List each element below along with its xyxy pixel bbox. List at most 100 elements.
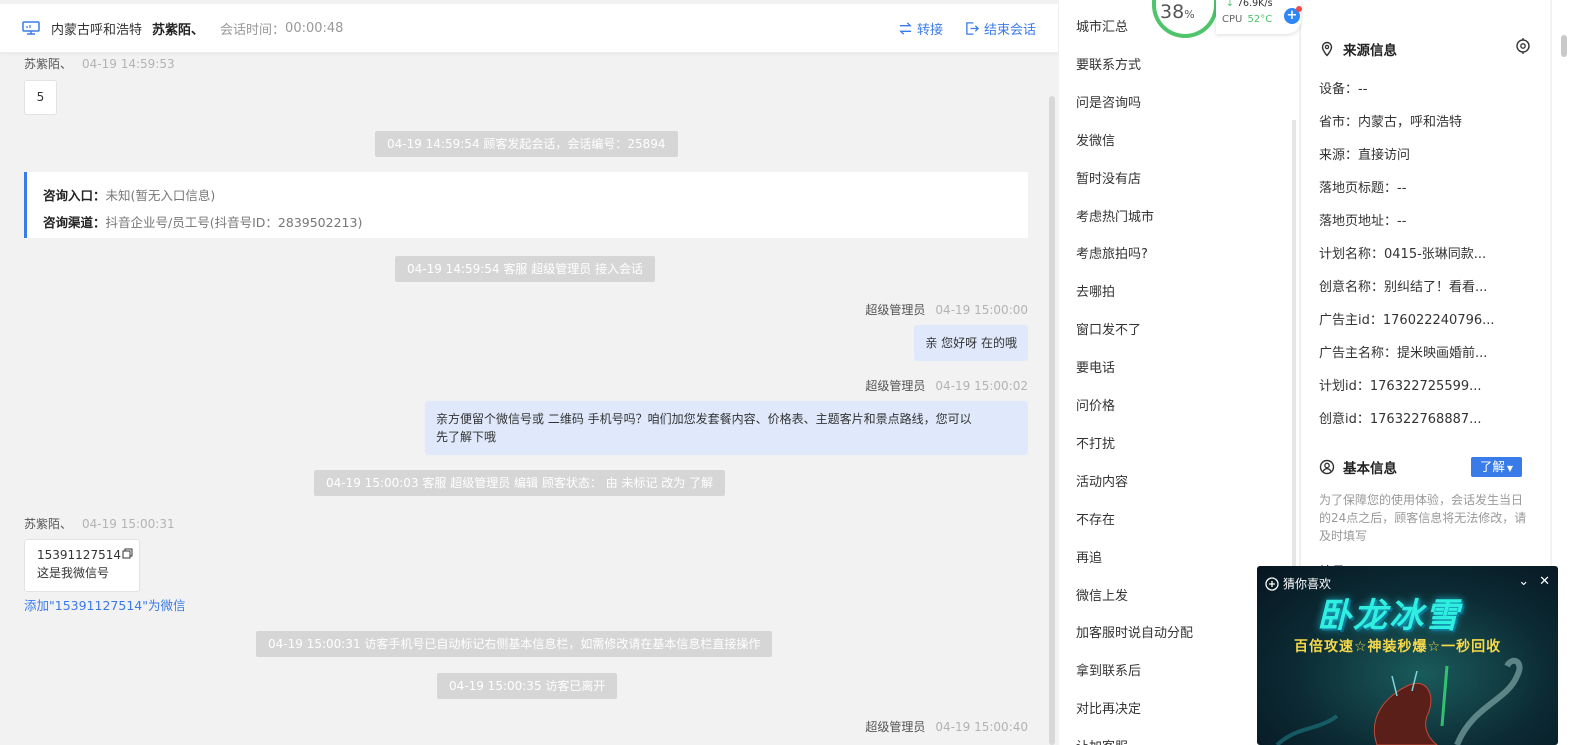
quick-reply-item[interactable]: 不打扰 (1076, 433, 1115, 452)
source-field-value: 176022240796... (1382, 313, 1495, 328)
quick-reply-item[interactable]: 让加客服 (1076, 736, 1128, 745)
quick-reply-item[interactable]: 加客服时说自动分配 (1076, 622, 1193, 641)
quick-reply-item[interactable]: 城市汇总 (1076, 16, 1128, 35)
message-time: 04-19 15:00:40 (935, 720, 1028, 734)
entry-label: 咨询入口： (43, 188, 106, 203)
end-session-button[interactable]: 结束会话 (965, 19, 1036, 38)
customer-status-label: 了解 (1479, 459, 1505, 474)
source-field-value: 176322725599... (1369, 379, 1482, 394)
basic-info-header: 基本信息 (1319, 457, 1397, 477)
source-field: 省市：内蒙古，呼和浩特 (1319, 111, 1462, 130)
agent-message-bubble: 亲方便留个微信号或 二维码 手机号吗？咱们加您发套餐内容、价格表、主题客片和景点… (425, 401, 1028, 455)
quick-reply-item[interactable]: 对比再决定 (1076, 698, 1141, 717)
quick-reply-item[interactable]: 去哪拍 (1076, 281, 1115, 300)
system-monitor-widget[interactable]: 38% ↓ 76.9K/s CPU 52°C + (1152, 0, 1302, 38)
notification-dot (1296, 6, 1302, 12)
header-actions: 转接 结束会话 (898, 19, 1036, 38)
message-text: 这是我微信号 (37, 566, 110, 580)
quick-reply-item[interactable]: 再追 (1076, 547, 1102, 566)
cpu-temp: CPU 52°C (1222, 14, 1273, 25)
transfer-icon (899, 22, 912, 35)
download-arrow-icon: ↓ (1226, 0, 1234, 9)
message-meta: 苏紫陌、 04-19 14:59:53 (24, 55, 175, 72)
message-line: 先了解下哦 (436, 430, 497, 444)
location-pin-icon (1321, 41, 1333, 57)
session-time-label: 会话时间： (220, 22, 286, 38)
cpu-box: ↓ 76.9K/s CPU 52°C + (1216, 0, 1302, 34)
source-field-label: 设备： (1319, 82, 1359, 97)
channel-value: 抖音企业号/员工号(抖音号ID：2839502213) (105, 215, 363, 230)
exit-icon (966, 22, 980, 35)
chat-header: 内蒙古呼和浩特 苏紫陌、 会话时间： 00:00:48 转接 结束会话 (0, 4, 1058, 53)
channel-label: 咨询渠道： (43, 215, 106, 230)
quick-reply-item[interactable]: 问价格 (1076, 395, 1115, 414)
copy-icon[interactable] (122, 546, 133, 564)
source-field-value: 0415-张琳同款... (1384, 247, 1487, 262)
quick-reply-item[interactable]: 拿到联系后 (1076, 660, 1141, 679)
visitor-message-bubble: 5 (24, 80, 57, 115)
ad-subtitle: 百倍攻速☆神装秒爆☆一秒回收 (1294, 639, 1502, 655)
chat-panel: 内蒙古呼和浩特 苏紫陌、 会话时间： 00:00:48 转接 结束会话 苏紫陌、… (0, 0, 1058, 745)
quick-reply-item[interactable]: 窗口发不了 (1076, 319, 1141, 338)
chat-scrollbar[interactable] (1049, 96, 1055, 745)
message-meta: 超级管理员 04-19 15:00:02 (865, 377, 1028, 394)
source-field: 落地页标题：-- (1319, 177, 1406, 196)
system-message: 04-19 14:59:54 顾客发起会话，会话编号：25894 (375, 131, 678, 157)
quick-reply-item[interactable]: 考虑热门城市 (1076, 206, 1154, 225)
source-field: 落地页地址：-- (1319, 210, 1406, 229)
source-field-value: -- (1397, 181, 1407, 196)
sender-name: 苏紫陌、 (24, 517, 73, 531)
quick-reply-item[interactable]: 发微信 (1076, 130, 1115, 149)
quick-reply-item[interactable]: 要联系方式 (1076, 54, 1141, 73)
phone-number: 15391127514 (37, 548, 121, 562)
quick-reply-item[interactable]: 微信上发 (1076, 585, 1128, 604)
edit-notice: 为了保障您的使用体验，会话发生当日的24点之后，顾客信息将无法修改，请及时填写 (1319, 493, 1527, 543)
quick-reply-item[interactable]: 暂时没有店 (1076, 168, 1141, 187)
close-icon[interactable]: ✕ (1539, 574, 1550, 589)
source-field: 设备：-- (1319, 78, 1367, 97)
source-field: 广告主id：176022240796... (1319, 309, 1495, 328)
source-field-value: 直接访问 (1358, 148, 1411, 163)
quick-reply-item[interactable]: 考虑旅拍吗? (1076, 243, 1148, 262)
monitor-icon (22, 21, 40, 35)
source-field-label: 落地页地址： (1319, 214, 1398, 229)
source-field-value: 176322768887... (1369, 412, 1482, 427)
transfer-button[interactable]: 转接 (898, 19, 943, 38)
source-field-value: 别纠结了！看看... (1384, 280, 1488, 295)
source-field: 创意名称：别纠结了！看看... (1319, 276, 1487, 295)
ad-artwork (1275, 657, 1523, 745)
quick-reply-item[interactable]: 问是咨询吗 (1076, 92, 1141, 111)
visitor-location: 内蒙古呼和浩特 (51, 22, 143, 38)
message-time: 04-19 14:59:53 (82, 57, 175, 71)
message-time: 04-19 15:00:31 (82, 517, 175, 531)
source-field-label: 落地页标题： (1319, 181, 1398, 196)
agent-message-bubble: 亲 您好呀 在的哦 (914, 325, 1028, 361)
caret-down-icon: ▼ (1506, 464, 1514, 473)
session-time: 00:00:48 (285, 20, 344, 36)
source-field-label: 计划id： (1319, 379, 1370, 394)
source-field-label: 广告主名称： (1319, 346, 1398, 361)
system-message: 04-19 15:00:03 客服 超级管理员 编辑 顾客状态： 由 未标记 改… (314, 470, 726, 496)
sender-name: 超级管理员 (865, 720, 926, 734)
ad-title: 卧龙冰雪 (1317, 596, 1461, 636)
info-scrollbar-thumb[interactable] (1561, 35, 1567, 57)
chevron-down-icon[interactable]: ⌄ (1518, 574, 1529, 589)
end-session-label: 结束会话 (983, 23, 1036, 38)
source-field-label: 创意名称： (1319, 280, 1385, 295)
entry-value: 未知(暂无入口信息) (105, 188, 216, 203)
ad-popup[interactable]: 猜你喜欢 ⌄ ✕ 卧龙冰雪 百倍攻速☆神装秒爆☆一秒回收 (1257, 566, 1558, 745)
locate-icon[interactable] (1514, 37, 1532, 59)
message-meta: 苏紫陌、 04-19 15:00:31 (24, 515, 175, 532)
customer-status-dropdown[interactable]: 了解 ▼ (1471, 457, 1522, 477)
app-root: 内蒙古呼和浩特 苏紫陌、 会话时间： 00:00:48 转接 结束会话 苏紫陌、… (0, 0, 1574, 745)
consult-info-card: 咨询入口：未知(暂无入口信息) 咨询渠道：抖音企业号/员工号(抖音号ID：283… (24, 172, 1028, 238)
source-field-value: -- (1358, 82, 1368, 97)
quick-reply-item[interactable]: 不存在 (1076, 509, 1115, 528)
source-info-title: 来源信息 (1343, 43, 1397, 59)
message-time: 04-19 15:00:00 (935, 303, 1028, 317)
source-field: 计划id：176322725599... (1319, 375, 1482, 394)
message-meta: 超级管理员 04-19 15:00:00 (865, 301, 1028, 318)
quick-reply-item[interactable]: 要电话 (1076, 357, 1115, 376)
add-wechat-link[interactable]: 添加"15391127514"为微信 (24, 595, 185, 614)
quick-reply-item[interactable]: 活动内容 (1076, 471, 1128, 490)
